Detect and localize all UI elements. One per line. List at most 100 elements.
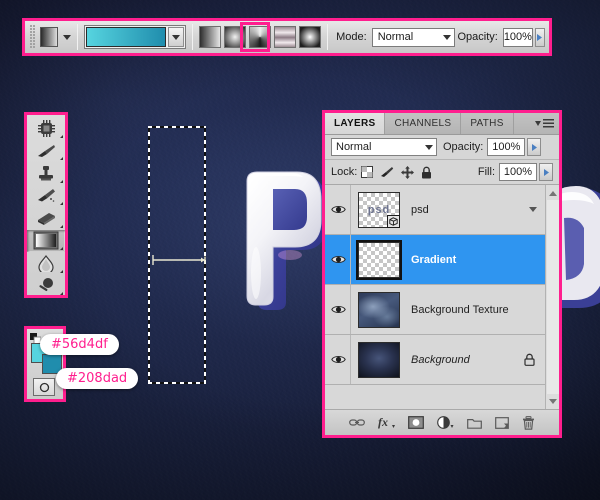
brush-tool[interactable] [27,140,65,163]
table-row[interactable]: Background [325,335,545,385]
gradient-preset-swatch[interactable] [86,27,166,47]
tool-flyout-corner-icon [60,292,63,295]
layer-locked-icon [524,353,535,366]
tool-flyout-corner-icon [60,270,63,273]
layer-visibility-toggle[interactable] [327,335,351,384]
quick-mask-mode-icon[interactable] [33,378,55,396]
gradient-preset-picker[interactable] [84,25,186,49]
panel-menu-icon[interactable] [530,113,559,134]
chevron-down-icon [425,145,433,150]
dodge-tool[interactable] [27,275,65,298]
layer-list: psd psd [325,185,559,409]
layer-list-scrollbar[interactable] [545,185,559,409]
new-adjustment-layer-icon[interactable] [437,416,454,429]
new-layer-icon[interactable] [495,417,509,429]
table-row[interactable]: Background Texture [325,285,545,335]
layer-visibility-toggle[interactable] [327,185,351,234]
tab-layers[interactable]: LAYERS [325,113,385,134]
angle-gradient-button[interactable] [249,26,271,48]
smart-object-badge-icon [387,215,400,228]
tool-flyout-corner-icon [60,135,63,138]
lock-position-icon[interactable] [401,166,414,179]
table-row[interactable]: psd psd [325,185,545,235]
scrollbar-track[interactable] [547,200,559,394]
layer-name: Gradient [411,254,545,266]
add-layer-mask-icon[interactable] [408,416,424,429]
link-layers-icon[interactable] [349,418,365,427]
radial-gradient-button[interactable] [224,26,246,48]
layer-expand-chevron-down-icon[interactable] [529,207,537,212]
divider [192,24,193,50]
add-layer-style-icon[interactable]: fx [378,416,395,429]
clone-stamp-tool[interactable] [27,162,65,185]
panel-blend-mode-select[interactable]: Normal [331,138,437,156]
layer-name: Background [411,354,524,366]
options-bar-grip[interactable] [30,25,36,49]
panel-blend-mode-value: Normal [336,141,371,153]
gradient-drag-line [151,253,209,265]
gradient-tool-options-bar: Mode: Normal Opacity: 100% [22,18,552,56]
layers-panel: LAYERS CHANNELS PATHS Normal Opacity: 10… [322,110,562,438]
table-row[interactable]: Gradient [325,235,545,285]
new-group-icon[interactable] [467,417,482,429]
lock-image-pixels-icon[interactable] [380,166,394,178]
tool-flyout-corner-icon [60,247,63,250]
artwork-letter-d-partial [556,178,600,318]
artwork-letter-p [228,163,332,318]
tab-channels[interactable]: CHANNELS [385,113,461,134]
panel-opacity-value: 100% [492,141,520,153]
blend-mode-value: Normal [378,31,413,43]
fill-input[interactable]: 100% [499,163,537,181]
lock-transparent-pixels-icon[interactable] [361,166,373,178]
lock-row: Lock: [325,160,559,185]
history-brush-tool[interactable] [27,185,65,208]
blend-mode-row: Normal Opacity: 100% [325,135,559,160]
background-hex-callout: #208dad [56,368,138,389]
tools-panel [24,112,68,298]
panel-opacity-input[interactable]: 100% [487,138,525,156]
tool-preset-chevron-down-icon[interactable] [63,35,71,40]
fill-value: 100% [504,166,532,178]
blend-mode-select[interactable]: Normal [372,28,456,47]
diamond-gradient-button[interactable] [299,26,321,48]
layer-name: Background Texture [411,304,545,316]
panel-tab-bar: LAYERS CHANNELS PATHS [325,113,559,135]
delete-layer-icon[interactable] [522,416,535,430]
tool-preset-icon[interactable] [40,27,58,47]
divider [327,24,328,50]
eraser-tool[interactable] [27,207,65,230]
scroll-down-arrow-icon[interactable] [549,395,557,407]
tool-flyout-corner-icon [60,157,63,160]
reflected-gradient-button[interactable] [274,26,296,48]
layer-visibility-toggle[interactable] [327,235,351,284]
gradient-tool[interactable] [27,230,65,253]
layer-thumbnail[interactable] [358,292,400,328]
lock-all-icon[interactable] [421,166,432,179]
opacity-value: 100% [504,31,532,43]
layer-thumbnail[interactable]: psd [358,192,400,228]
panel-opacity-label: Opacity: [443,141,483,153]
default-colors-icon[interactable] [30,331,41,342]
svg-text:fx: fx [378,416,388,429]
lock-label: Lock: [331,166,357,178]
opacity-input[interactable]: 100% [503,28,533,47]
gradient-type-group [199,26,321,48]
gradient-preset-chevron-down-icon[interactable] [168,27,184,47]
opacity-slider-arrow-icon[interactable] [535,28,545,47]
tool-flyout-corner-icon [60,180,63,183]
spot-healing-brush-tool[interactable] [27,117,65,140]
layer-thumbnail[interactable] [358,342,400,378]
layer-thumbnail[interactable] [358,242,400,278]
layer-visibility-toggle[interactable] [327,285,351,334]
scroll-up-arrow-icon[interactable] [549,187,557,199]
fill-label: Fill: [478,166,495,178]
fill-slider-arrow-icon[interactable] [539,163,553,181]
blur-tool[interactable] [27,252,65,275]
linear-gradient-button[interactable] [199,26,221,48]
tool-flyout-corner-icon [60,225,63,228]
panel-opacity-slider-arrow-icon[interactable] [527,138,541,156]
divider [77,24,78,50]
chevron-down-icon [443,35,451,40]
foreground-hex-callout: #56d4df [40,334,119,355]
tab-paths[interactable]: PATHS [461,113,513,134]
